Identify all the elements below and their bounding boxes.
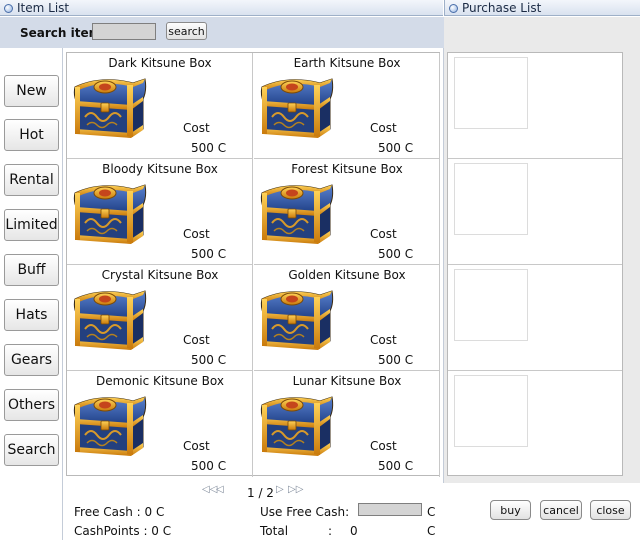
- search-button[interactable]: search: [166, 22, 207, 40]
- buy-button[interactable]: buy: [490, 500, 531, 520]
- item-name: Demonic Kitsune Box: [96, 374, 224, 388]
- total-value: 0: [350, 524, 358, 538]
- item-cell[interactable]: Forest Kitsune Box Cost 500 C: [254, 159, 440, 265]
- purchase-slot[interactable]: [448, 371, 622, 477]
- treasure-chest-icon: [71, 73, 149, 139]
- item-price: 500 C: [378, 353, 414, 367]
- cash-points-text: CashPoints : 0 C: [74, 524, 172, 538]
- pagination: ◁◁ ◁ 1 / 2 ▷ ▷▷: [200, 484, 310, 500]
- purchase-slot[interactable]: [448, 265, 622, 371]
- panel-orb-icon: [4, 4, 13, 13]
- item-name: Crystal Kitsune Box: [101, 268, 219, 282]
- item-cell[interactable]: Crystal Kitsune Box Cost 500 C: [67, 265, 253, 371]
- purchase-slot-thumbnail: [454, 269, 528, 341]
- item-price: 500 C: [191, 247, 227, 261]
- free-cash-text: Free Cash : 0 C: [74, 505, 165, 519]
- item-price: 500 C: [191, 353, 227, 367]
- cancel-button[interactable]: cancel: [540, 500, 582, 520]
- purchase-list-title: Purchase List: [462, 1, 542, 15]
- item-cell[interactable]: Golden Kitsune Box Cost 500 C: [254, 265, 440, 371]
- search-input[interactable]: [92, 23, 156, 40]
- double-right-arrow-icon[interactable]: ▷▷: [288, 484, 303, 495]
- use-free-cash-label: Use Free Cash:: [260, 505, 350, 519]
- item-cost-label: Cost: [183, 439, 210, 453]
- page-indicator: 1 / 2: [247, 486, 274, 500]
- item-name: Forest Kitsune Box: [291, 162, 403, 176]
- right-arrow-icon[interactable]: ▷: [276, 484, 284, 495]
- treasure-chest-icon: [258, 285, 336, 351]
- item-name: Lunar Kitsune Box: [292, 374, 402, 388]
- item-grid: Dark Kitsune Box Cost 500 C Earth Kitsun…: [66, 52, 440, 477]
- category-search-button[interactable]: Search: [4, 434, 59, 466]
- item-list-titlebar: Item List: [0, 0, 443, 16]
- item-name: Bloody Kitsune Box: [102, 162, 218, 176]
- category-new-button[interactable]: New: [4, 75, 59, 107]
- category-buff-button[interactable]: Buff: [4, 254, 59, 286]
- use-free-cash-unit: C: [427, 505, 436, 519]
- purchase-list-titlebar: Purchase List: [444, 0, 640, 16]
- item-cost-label: Cost: [370, 439, 397, 453]
- item-cell[interactable]: Bloody Kitsune Box Cost 500 C: [67, 159, 253, 265]
- panel-orb-icon: [449, 4, 458, 13]
- item-cost-label: Cost: [370, 121, 397, 135]
- total-label: Total: [260, 524, 289, 538]
- purchase-slot[interactable]: [448, 53, 622, 159]
- item-cell[interactable]: Lunar Kitsune Box Cost 500 C: [254, 371, 440, 477]
- category-hats-button[interactable]: Hats: [4, 299, 59, 331]
- item-name: Earth Kitsune Box: [293, 56, 401, 70]
- category-rental-button[interactable]: Rental: [4, 164, 59, 196]
- use-free-cash-input[interactable]: [358, 503, 422, 516]
- category-others-button[interactable]: Others: [4, 389, 59, 421]
- item-price: 500 C: [191, 141, 227, 155]
- item-list-title: Item List: [17, 1, 70, 15]
- treasure-chest-icon: [258, 73, 336, 139]
- purchase-slot-thumbnail: [454, 57, 528, 129]
- purchase-slot[interactable]: [448, 159, 622, 265]
- item-price: 500 C: [191, 459, 227, 473]
- item-cell[interactable]: Demonic Kitsune Box Cost 500 C: [67, 371, 253, 477]
- close-button[interactable]: close: [590, 500, 631, 520]
- treasure-chest-icon: [258, 391, 336, 457]
- item-price: 500 C: [378, 459, 414, 473]
- category-limited-button[interactable]: Limited: [4, 209, 59, 241]
- purchase-slot-thumbnail: [454, 163, 528, 235]
- item-cost-label: Cost: [370, 227, 397, 241]
- purchase-list: [447, 52, 623, 476]
- category-gears-button[interactable]: Gears: [4, 344, 59, 376]
- total-unit: C: [427, 524, 436, 538]
- item-cell[interactable]: Dark Kitsune Box Cost 500 C: [67, 53, 253, 159]
- item-price: 500 C: [378, 247, 414, 261]
- search-bar: Search item: search: [0, 17, 444, 48]
- item-cost-label: Cost: [183, 227, 210, 241]
- category-sidebar: New Hot Rental Limited Buff Hats Gears O…: [0, 48, 63, 540]
- left-arrow-icon[interactable]: ◁: [216, 484, 224, 495]
- item-cell[interactable]: Earth Kitsune Box Cost 500 C: [254, 53, 440, 159]
- treasure-chest-icon: [258, 179, 336, 245]
- total-separator: :: [328, 524, 333, 538]
- item-cost-label: Cost: [370, 333, 397, 347]
- treasure-chest-icon: [71, 285, 149, 351]
- category-hot-button[interactable]: Hot: [4, 119, 59, 151]
- item-name: Dark Kitsune Box: [108, 56, 212, 70]
- item-cost-label: Cost: [183, 121, 210, 135]
- item-name: Golden Kitsune Box: [288, 268, 406, 282]
- item-cost-label: Cost: [183, 333, 210, 347]
- item-price: 500 C: [378, 141, 414, 155]
- treasure-chest-icon: [71, 179, 149, 245]
- purchase-slot-thumbnail: [454, 375, 528, 447]
- treasure-chest-icon: [71, 391, 149, 457]
